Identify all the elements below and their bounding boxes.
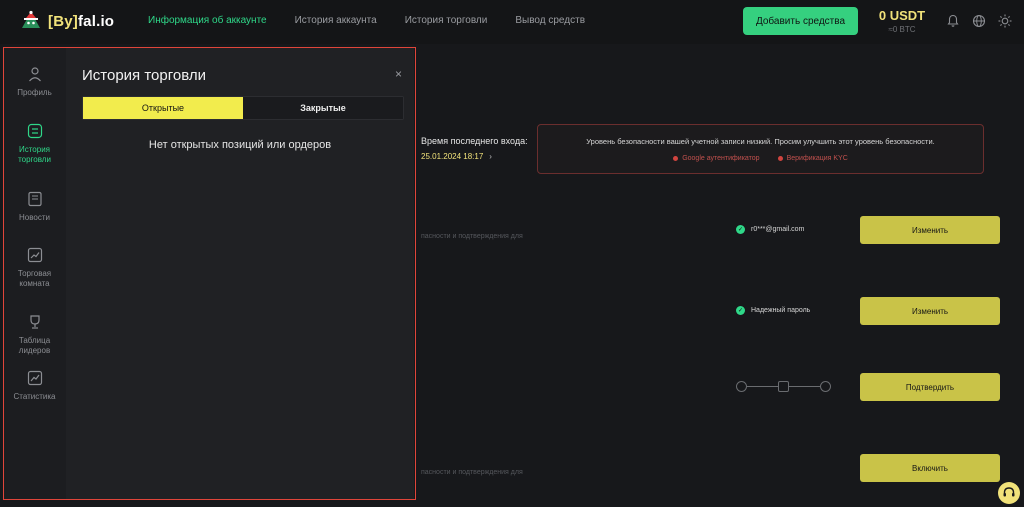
password-status: ✓ Надежный пароль <box>736 306 811 315</box>
change-email-button[interactable]: Изменить <box>860 216 1000 244</box>
step-line <box>747 386 778 387</box>
step-line <box>789 386 820 387</box>
nav-withdraw[interactable]: Вывод средств <box>515 15 585 26</box>
sidebar-item-news[interactable]: Новости <box>3 191 66 223</box>
security-links: Google аутентификатор Верификация KYC <box>538 155 983 162</box>
empty-state-message: Нет открытых позиций или ордеров <box>148 139 332 151</box>
nav-account-history[interactable]: История аккаунта <box>295 15 377 26</box>
tab-closed[interactable]: Закрытые <box>243 97 403 119</box>
sun-icon[interactable] <box>998 14 1012 28</box>
position-tabs: Открытые Закрытые <box>82 96 404 120</box>
kyc-link[interactable]: Верификация KYC <box>777 155 848 162</box>
trophy-icon <box>29 315 40 329</box>
logo-text: [By]fal.io <box>48 12 115 30</box>
bell-icon[interactable] <box>946 14 960 28</box>
logo[interactable]: [By]fal.io <box>20 10 114 32</box>
sidebar-item-label: Торговая комната <box>17 269 52 288</box>
top-bar: [By]fal.io Информация об аккаунте Истори… <box>0 0 1024 44</box>
balance-usdt: 0 USDT <box>878 8 926 23</box>
check-icon: ✓ <box>736 225 745 234</box>
enable-button[interactable]: Включить <box>860 454 1000 482</box>
sidebar: Профиль История торговли Новости Торговая… <box>3 48 66 500</box>
step-circle <box>820 381 831 392</box>
add-funds-button[interactable]: Добавить средства <box>743 7 858 35</box>
sidebar-item-label: Профиль <box>17 88 52 97</box>
security-warning: Уровень безопасности вашей учетной запис… <box>537 124 984 174</box>
sidebar-item-label: Таблица лидеров <box>18 336 51 355</box>
sidebar-item-label: История торговли <box>18 145 51 164</box>
tab-open[interactable]: Открытые <box>83 97 243 119</box>
panel-title: История торговли <box>82 67 206 84</box>
sidebar-item-trading-room[interactable]: Торговая комната <box>3 247 66 289</box>
sidebar-item-leaderboard[interactable]: Таблица лидеров <box>3 314 66 356</box>
sidebar-item-profile[interactable]: Профиль <box>3 66 66 98</box>
sidebar-item-trade-history[interactable]: История торговли <box>3 123 66 165</box>
security-message: Уровень безопасности вашей учетной запис… <box>586 137 935 146</box>
email-status: ✓ r0***@gmail.com <box>736 225 805 234</box>
row-description: пасности и подтверждения для <box>421 233 523 240</box>
step-square <box>778 381 789 392</box>
stats-icon <box>27 370 42 386</box>
headset-icon <box>1003 487 1015 497</box>
change-password-button[interactable]: Изменить <box>860 297 1000 325</box>
nav-account-info[interactable]: Информация об аккаунте <box>148 15 267 26</box>
close-icon[interactable]: × <box>395 67 402 81</box>
google-auth-link[interactable]: Google аутентификатор <box>673 155 760 162</box>
sidebar-item-label: Новости <box>19 213 50 222</box>
warning-dot-icon <box>777 155 783 161</box>
sidebar-item-statistics[interactable]: Статистика <box>3 370 66 402</box>
last-login-value[interactable]: 25.01.2024 18:17 › <box>421 152 492 161</box>
last-login-label: Время последнего входа: <box>421 136 528 146</box>
sidebar-item-label: Статистика <box>13 392 56 401</box>
confirm-button[interactable]: Подтвердить <box>860 373 1000 401</box>
step-circle <box>736 381 747 392</box>
nav-trade-history[interactable]: История торговли <box>405 15 488 26</box>
chevron-right-icon: › <box>489 152 492 161</box>
globe-icon[interactable] <box>972 14 986 28</box>
news-icon <box>27 191 42 207</box>
logo-icon <box>22 10 40 28</box>
trade-history-panel: История торговли × Открытые Закрытые Нет… <box>66 48 414 500</box>
support-button[interactable] <box>998 482 1020 504</box>
user-icon <box>28 67 41 82</box>
balance[interactable]: 0 USDT ≈0 BTC <box>866 8 938 34</box>
row-description: пасности и подтверждения для <box>421 469 523 476</box>
warning-dot-icon <box>673 155 679 161</box>
chart-icon <box>27 247 42 263</box>
top-nav: Информация об аккаунте История аккаунта … <box>148 15 585 26</box>
history-icon <box>27 123 42 139</box>
balance-btc: ≈0 BTC <box>888 25 916 34</box>
check-icon: ✓ <box>736 306 745 315</box>
verification-stepper <box>736 381 832 393</box>
